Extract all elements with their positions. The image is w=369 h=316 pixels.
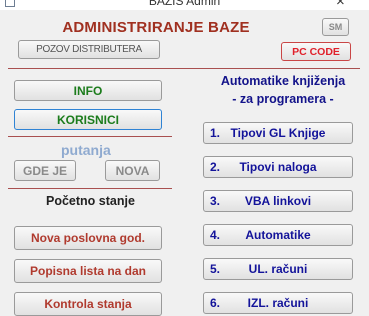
title-bar: BAZIS Admin ×	[0, 0, 369, 10]
item-number: 1.	[210, 126, 221, 140]
info-button[interactable]: INFO	[14, 80, 162, 101]
item-label: VBA linkovi	[244, 194, 312, 208]
window-title: BAZIS Admin	[148, 0, 221, 8]
gde-je-button[interactable]: GDE JE	[14, 160, 76, 181]
popisna-lista-button[interactable]: Popisna lista na dan	[14, 259, 162, 283]
pc-code-button[interactable]: PC CODE	[281, 42, 351, 61]
admin-panel: ADMINISTRIRANJE BAZE SM POZOV DISTRIBUTE…	[6, 10, 363, 316]
close-icon[interactable]: ×	[336, 0, 345, 10]
page-title: ADMINISTRIRANJE BAZE	[62, 19, 250, 36]
left-divider-1	[8, 136, 172, 137]
automatike-button[interactable]: 4. Automatike	[203, 224, 353, 246]
ul-racuni-button[interactable]: 5. UL. računi	[203, 258, 353, 280]
item-label: Automatike	[245, 228, 311, 242]
gl-knjige-button[interactable]: 1. Tipovi GL Knjige	[203, 122, 353, 144]
vba-linkovi-button[interactable]: 3. VBA linkovi	[203, 190, 353, 212]
automatike-subtitle: - za programera -	[232, 92, 334, 106]
item-label: IZL. računi	[247, 296, 309, 310]
item-label: Tipovi GL Knjige	[230, 126, 326, 140]
nova-poslovna-god-button[interactable]: Nova poslovna god.	[14, 226, 162, 250]
left-divider-2	[8, 188, 172, 189]
nova-putanja-button[interactable]: NOVA	[105, 160, 160, 181]
item-number: 4.	[210, 228, 221, 242]
header-divider	[8, 68, 360, 69]
putanja-label: putanja	[61, 142, 111, 158]
poziv-distributera-button[interactable]: POZOV DISTRIBUTERA	[18, 40, 160, 59]
corner-button[interactable]: SM	[322, 18, 349, 36]
tipovi-naloga-button[interactable]: 2. Tipovi naloga	[203, 156, 353, 178]
item-number: 5.	[210, 262, 221, 276]
item-label: Tipovi naloga	[239, 160, 317, 174]
korisnici-button[interactable]: KORISNICI	[14, 109, 162, 130]
izl-racuni-button[interactable]: 6. IZL. računi	[203, 292, 353, 314]
item-number: 2.	[210, 160, 221, 174]
automatike-title: Automatike knjiženja	[220, 74, 346, 88]
item-number: 6.	[210, 296, 221, 310]
kontrola-stanja-button[interactable]: Kontrola stanja	[14, 292, 162, 316]
pocetno-stanje-title: Početno stanje	[46, 194, 135, 208]
item-number: 3.	[210, 194, 221, 208]
item-label: UL. računi	[248, 262, 308, 276]
